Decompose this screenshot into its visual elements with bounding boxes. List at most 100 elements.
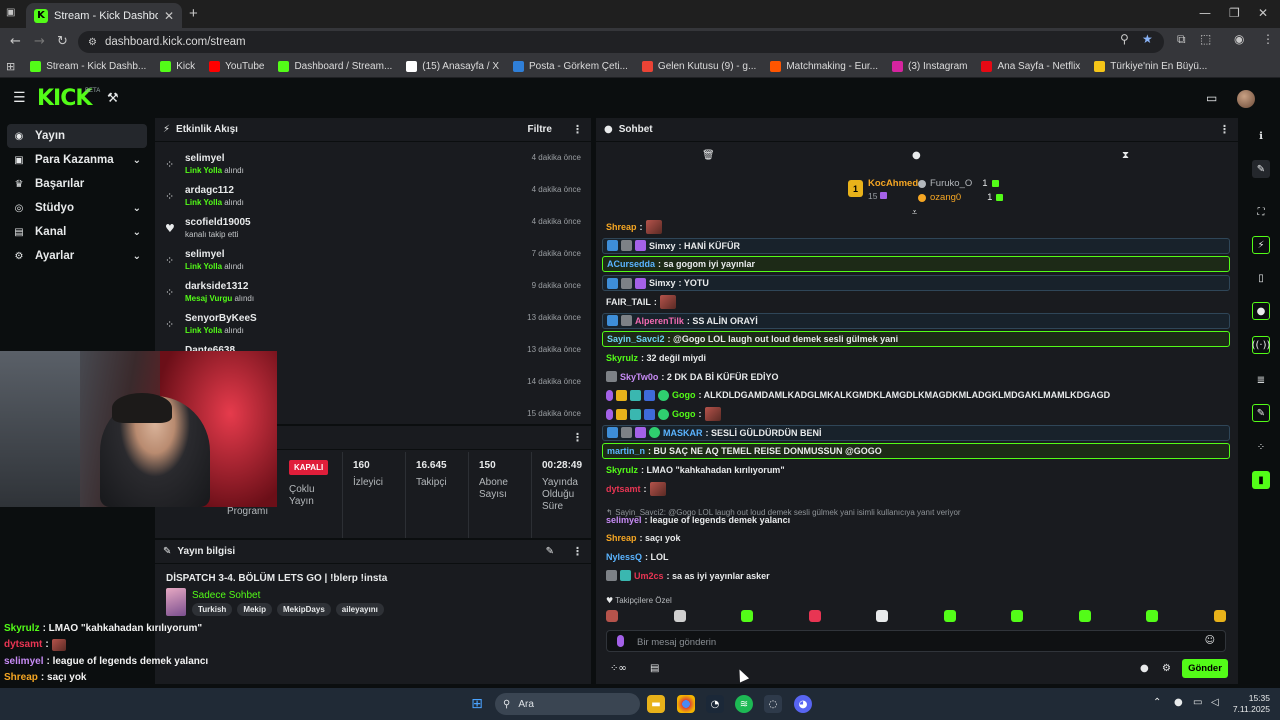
spotify-icon[interactable]: ≋ bbox=[735, 695, 753, 713]
emote-option[interactable] bbox=[1011, 610, 1024, 622]
steam-icon[interactable]: ◔ bbox=[706, 695, 724, 713]
chat-username[interactable]: ACursedda bbox=[607, 259, 655, 269]
stream-tag[interactable]: MekipDays bbox=[276, 603, 331, 616]
zoom-icon[interactable]: ⚲ bbox=[1120, 32, 1129, 46]
leaderboard-expand-icon[interactable]: ⩡ bbox=[912, 208, 917, 218]
stream-tag[interactable]: Turkish bbox=[192, 603, 233, 616]
chat-message[interactable]: NylessQ: LOL bbox=[602, 549, 1230, 565]
chat-username[interactable]: martin_n bbox=[607, 446, 645, 456]
info-more-icon[interactable]: ⋮ bbox=[572, 545, 583, 558]
chat-message[interactable]: Simxy: YOTU bbox=[602, 275, 1230, 292]
chat-message[interactable]: Skyrulz: LMAO "kahkahadan kırılıyorum" bbox=[602, 462, 1230, 478]
chat-message[interactable]: dytsamt: bbox=[602, 481, 1230, 497]
slow-mode-hourglass-icon[interactable]: ⧗ bbox=[1122, 150, 1129, 161]
chat-username[interactable]: Gogo bbox=[672, 409, 696, 419]
info-icon[interactable]: ℹ bbox=[1252, 127, 1270, 145]
filter-button[interactable]: Filtre bbox=[528, 124, 552, 135]
profile-icon[interactable]: ◉ bbox=[1234, 32, 1244, 46]
stream-tag[interactable]: aileyayını bbox=[335, 603, 384, 616]
chat-username[interactable]: SkyTw0o bbox=[620, 372, 658, 382]
chat-message[interactable]: Shreap: saçı yok bbox=[602, 530, 1230, 546]
sidebar-item[interactable]: ⚙ Ayarlar ⌄ bbox=[7, 244, 147, 268]
edit-icon[interactable]: ✎ bbox=[546, 546, 554, 557]
chat-message[interactable]: AlperenTilk: SS ALİN ORAYİ bbox=[602, 312, 1230, 329]
bookmark-item[interactable]: (15) Anasayfa / X bbox=[399, 61, 506, 72]
broadcast-icon[interactable]: ((·)) bbox=[1252, 336, 1270, 354]
chat-message[interactable]: MASKAR: SESLİ GÜLDÜRDÜN BENİ bbox=[602, 424, 1230, 441]
taskbar-search[interactable]: ⚲ Ara bbox=[495, 693, 640, 715]
back-icon[interactable]: ← bbox=[10, 34, 21, 49]
app-icon[interactable]: ◌ bbox=[764, 695, 782, 713]
tab-search-icon[interactable]: ▣ bbox=[6, 7, 20, 21]
send-button[interactable]: Gönder bbox=[1182, 659, 1228, 678]
address-bar[interactable]: ⚙ dashboard.kick.com/stream bbox=[78, 31, 1164, 53]
emote-option[interactable] bbox=[808, 610, 821, 622]
stats-more-icon[interactable]: ⋮ bbox=[572, 431, 583, 444]
emote-option[interactable] bbox=[943, 610, 956, 622]
bookmark-item[interactable]: Gelen Kutusu (9) - g... bbox=[635, 61, 763, 72]
users-icon[interactable]: ⁘ bbox=[1252, 438, 1270, 456]
sidebar-item[interactable]: ◎ Stüdyo ⌄ bbox=[7, 196, 147, 220]
bookmark-item[interactable]: Kick bbox=[153, 61, 202, 72]
pencil-icon[interactable]: ✎ bbox=[1252, 160, 1270, 178]
layers-icon[interactable]: ≣ bbox=[1252, 371, 1270, 389]
activity-username[interactable]: selimyel bbox=[185, 249, 224, 260]
emote-option[interactable] bbox=[876, 610, 889, 622]
activity-username[interactable]: selimyel bbox=[185, 153, 224, 164]
window-close-icon[interactable]: ✕ bbox=[1258, 6, 1268, 20]
chat-message[interactable]: Gogo: ALKDLDGAMDAMLKADGLMKALKGMDKLAMGDLK… bbox=[602, 387, 1230, 403]
windows-start-icon[interactable]: ⊞ bbox=[468, 695, 486, 713]
chat-username[interactable]: Um2cs bbox=[634, 571, 664, 581]
emote-option[interactable] bbox=[1146, 610, 1159, 622]
site-info-icon[interactable]: ⚙ bbox=[88, 37, 97, 48]
chat-message[interactable]: Skyrulz: 32 değil miydi bbox=[602, 350, 1230, 366]
sidebar-item[interactable]: ▤ Kanal ⌄ bbox=[7, 220, 147, 244]
stream-tag[interactable]: Mekip bbox=[237, 603, 272, 616]
creator-mode-icon[interactable]: ▭ bbox=[1206, 91, 1217, 105]
chat-message[interactable]: Gogo: bbox=[602, 406, 1230, 422]
chat-message[interactable]: martin_n: BU SAÇ NE AQ TEMEL REISE DONMU… bbox=[602, 443, 1230, 460]
leader-name[interactable]: KocAhmed bbox=[868, 178, 918, 189]
lightning-icon[interactable]: ⚡ bbox=[1252, 236, 1270, 254]
new-tab-icon[interactable]: + bbox=[189, 5, 198, 22]
chat-username[interactable]: Gogo bbox=[672, 390, 696, 400]
chat-username[interactable]: NylessQ bbox=[606, 552, 642, 562]
user-avatar[interactable] bbox=[1237, 90, 1255, 108]
sidebar-item[interactable]: ▣ Para Kazanma ⌄ bbox=[7, 148, 147, 172]
chat-username[interactable]: FAIR_TAIL bbox=[606, 297, 651, 307]
chat-icon[interactable]: ● bbox=[1252, 302, 1270, 320]
reload-icon[interactable]: ↻ bbox=[57, 34, 68, 49]
chat-username[interactable]: Shreap bbox=[606, 222, 637, 232]
category-name[interactable]: Sadece Sohbet bbox=[192, 590, 260, 601]
activity-username[interactable]: ardagc112 bbox=[185, 185, 234, 196]
chat-mode-icon[interactable]: ● bbox=[912, 150, 921, 161]
chat-username[interactable]: Shreap bbox=[606, 533, 637, 543]
emote-option[interactable] bbox=[741, 610, 754, 622]
emote-option[interactable] bbox=[1078, 610, 1091, 622]
activity-username[interactable]: scofield19005 bbox=[185, 217, 251, 228]
emote-option[interactable] bbox=[673, 610, 686, 622]
chat-input[interactable]: Bir mesaj gönderin ☺ bbox=[606, 630, 1226, 652]
bookmark-item[interactable]: Dashboard / Stream... bbox=[271, 61, 399, 72]
volume-icon[interactable]: ◁ bbox=[1211, 697, 1219, 708]
bookmark-item[interactable]: (3) Instagram bbox=[885, 61, 974, 72]
chat-message[interactable]: Shreap: bbox=[602, 219, 1230, 235]
chat-username[interactable]: Skyrulz bbox=[606, 465, 638, 475]
menu-icon[interactable]: ☰ bbox=[13, 90, 26, 106]
activity-username[interactable]: SenyorByKeeS bbox=[185, 313, 257, 324]
bookmark-item[interactable]: Matchmaking - Eur... bbox=[763, 61, 885, 72]
gear-icon[interactable]: ⚙ bbox=[1162, 663, 1171, 674]
chat-settings-bubble-icon[interactable]: ● bbox=[1140, 663, 1149, 674]
discord-icon[interactable]: ◕ bbox=[794, 695, 812, 713]
kick-logo[interactable]: KICK bbox=[37, 86, 92, 111]
apps-grid-icon[interactable]: ⊞ bbox=[6, 60, 15, 73]
chat-username[interactable]: AlperenTilk bbox=[635, 316, 684, 326]
bookmark-item[interactable]: Türkiye'nin En Büyü... bbox=[1087, 61, 1214, 72]
file-explorer-icon[interactable]: ▬ bbox=[647, 695, 665, 713]
chat-more-icon[interactable]: ⋮ bbox=[1219, 123, 1230, 136]
minimize-icon[interactable]: — bbox=[1199, 6, 1211, 20]
bookmark-star-icon[interactable]: ★ bbox=[1142, 32, 1153, 46]
moderation-hammer-icon[interactable]: ⚒ bbox=[107, 90, 119, 106]
chat-message[interactable]: ACursedda: sa gogom iyi yayınlar bbox=[602, 256, 1230, 273]
forward-icon[interactable]: → bbox=[34, 34, 45, 49]
